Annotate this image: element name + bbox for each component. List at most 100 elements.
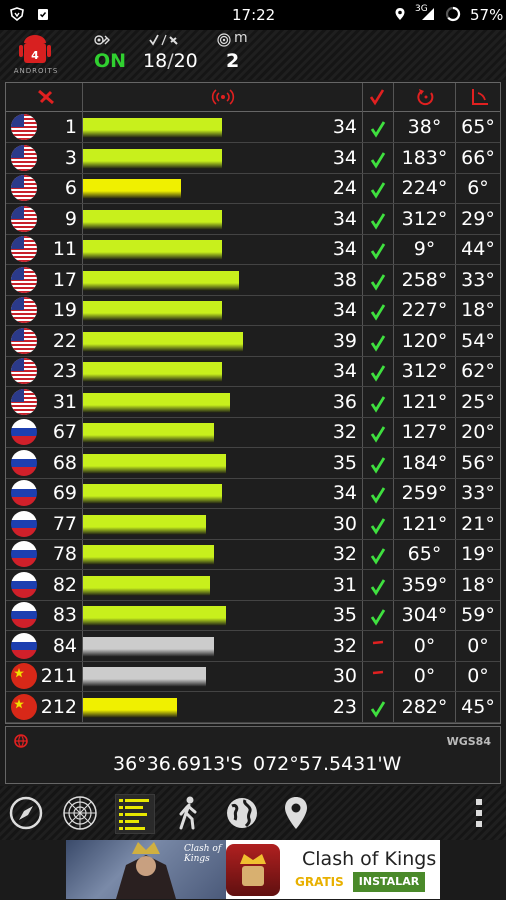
elevation-column-icon[interactable] [470,87,490,107]
russia-flag-icon [11,602,37,628]
table-row[interactable]: 1 34 38° 65° [6,112,500,143]
signal-bars-tab[interactable] [115,794,155,834]
elevation-value: 25° [461,390,495,413]
svg-text:4: 4 [31,49,39,62]
satellites-used: 18/20 [143,50,198,72]
table-row[interactable]: 67 32 127° 20° [6,417,500,448]
azimuth-value: 38° [407,116,442,138]
table-row[interactable]: 84 32 0° 0° [6,631,500,662]
azimuth-value: 65° [407,543,442,565]
status-bar: 17:22 3G 57% [0,0,506,30]
elevation-value: 33° [461,268,495,291]
overflow-menu-icon[interactable] [460,794,498,832]
used-check-icon [370,112,386,142]
table-row[interactable]: 68 35 184° 56° [6,448,500,479]
table-row[interactable]: 83 35 304° 59° [6,600,500,631]
elevation-value: 33° [461,482,495,504]
russia-flag-icon [11,419,37,445]
used-check-icon [370,539,386,569]
table-row[interactable]: 211 30 0° 0° [6,661,500,692]
latitude: 36°36.6913'S [113,753,243,775]
table-row[interactable]: 6 24 224° 6° [6,173,500,204]
table-row[interactable]: 9 34 312° 29° [6,204,500,235]
signal-value: 36 [332,390,357,413]
table-row[interactable]: 212 23 282° 45° [6,692,500,723]
signal-value: 23 [332,695,357,718]
signal-value: 35 [332,604,357,626]
elevation-value: 56° [461,451,495,474]
table-row[interactable]: 22 39 120° 54° [6,326,500,357]
satellites-total-count: 20 [173,50,198,72]
signal-value: 38 [332,268,357,291]
table-row[interactable]: 19 34 227° 18° [6,295,500,326]
table-row[interactable]: 69 34 259° 33° [6,478,500,509]
satellite-prn: 3 [64,146,77,169]
signal-bar [83,148,222,169]
signal-value: 30 [332,512,357,535]
azimuth-value: 224° [401,177,448,199]
signal-value: 39 [332,329,357,352]
signal-value: 34 [332,207,357,230]
signal-strength-column-icon[interactable] [211,88,235,106]
clipboard-check-icon [38,9,48,20]
used-check-icon [370,570,386,600]
globe-map-icon[interactable] [223,794,261,832]
russia-flag-icon [11,632,37,659]
satellite-prn: 68 [52,451,77,474]
longitude: 072°57.5431'W [253,753,402,775]
map-pin-icon[interactable] [277,794,315,832]
not-used-dash-icon [370,631,386,661]
globe-icon [14,734,28,748]
azimuth-value: 120° [401,329,448,352]
satellite-column-icon[interactable] [36,88,56,106]
satellite-prn: 31 [52,390,77,413]
signal-icon [422,8,434,20]
used-check-icon [370,448,386,478]
table-row[interactable]: 17 38 258° 33° [6,265,500,296]
elevation-value: 44° [461,238,495,260]
app-logo[interactable]: 4 ANDROITS [10,33,62,77]
table-row[interactable]: 3 34 183° 66° [6,143,500,174]
azimuth-value: 0° [413,665,436,687]
signal-bar [83,179,181,199]
azimuth-value: 127° [401,421,448,443]
signal-value: 34 [332,360,357,382]
radar-icon[interactable] [61,794,99,832]
ad-banner[interactable]: Clash of Kings Clash of Kings GRATIS INS… [66,840,440,899]
accuracy-icon [217,33,231,47]
table-row[interactable]: 78 32 65° 19° [6,539,500,570]
satellite-prn: 78 [52,543,77,565]
azimuth-value: 304° [401,604,448,626]
table-row[interactable]: 23 34 312° 62° [6,356,500,387]
used-column-icon[interactable] [369,88,385,106]
signal-bar [83,514,206,535]
us-flag-icon [11,175,37,201]
elevation-value: 0° [467,665,489,687]
signal-bar [83,423,214,443]
signal-bar [83,453,226,474]
signal-value: 31 [332,573,357,596]
table-row[interactable]: 11 34 9° 44° [6,234,500,265]
signal-bar [83,301,222,321]
azimuth-column-icon[interactable] [416,87,436,107]
signal-value: 34 [332,482,357,504]
compass-icon[interactable] [7,794,45,832]
elevation-value: 45° [461,695,495,718]
datum-label: WGS84 [446,735,491,748]
install-button[interactable]: INSTALAR [353,872,425,892]
clock: 17:22 [232,6,276,24]
coordinates-panel: WGS84 36°36.6913'S 072°57.5431'W [5,726,501,784]
satellite-prn: 212 [40,695,77,718]
signal-bar [83,484,222,504]
us-flag-icon [11,114,37,140]
used-check-icon [370,417,386,447]
russia-flag-icon [11,541,37,567]
elevation-value: 65° [461,116,495,138]
table-row[interactable]: 77 30 121° 21° [6,509,500,540]
table-row[interactable]: 82 31 359° 18° [6,570,500,601]
satellites-used-icon [149,34,178,46]
satellite-prn: 84 [52,634,77,657]
satellite-prn: 6 [64,177,77,199]
walk-icon[interactable] [169,794,207,832]
table-row[interactable]: 31 36 121° 25° [6,387,500,418]
